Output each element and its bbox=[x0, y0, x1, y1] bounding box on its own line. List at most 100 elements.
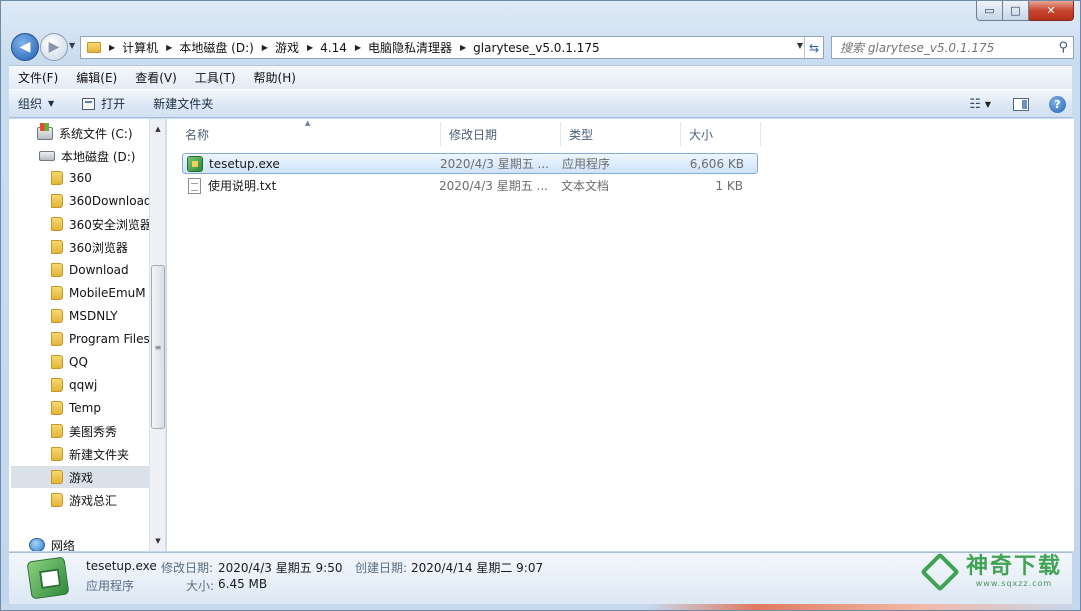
scroll-down-arrow-icon[interactable]: ▼ bbox=[150, 533, 165, 549]
nav-item-folder[interactable]: MSDNLY bbox=[11, 305, 149, 327]
nav-item-folder[interactable]: Temp bbox=[11, 397, 149, 419]
scroll-up-arrow-icon[interactable]: ▲ bbox=[150, 121, 165, 137]
open-button[interactable]: 打开 bbox=[73, 95, 134, 112]
column-header-type[interactable]: 类型 bbox=[561, 122, 681, 146]
column-header-date[interactable]: 修改日期 bbox=[441, 122, 561, 146]
text-document-icon bbox=[188, 177, 201, 194]
details-created-value: 2020/4/14 星期二 9:07 bbox=[411, 561, 544, 575]
chevron-right-icon[interactable]: ▶ bbox=[109, 43, 115, 52]
drive-icon bbox=[39, 151, 55, 161]
nav-item-folder[interactable]: 360安全浏览器 bbox=[11, 213, 149, 235]
scroll-thumb[interactable]: ≡ bbox=[151, 265, 165, 429]
minimize-button[interactable]: ▭ bbox=[976, 1, 1003, 21]
menu-help[interactable]: 帮助(H) bbox=[245, 69, 305, 86]
menu-bar: 文件(F) 编辑(E) 查看(V) 工具(T) 帮助(H) bbox=[9, 65, 1072, 89]
chevron-right-icon[interactable]: ▶ bbox=[262, 43, 268, 52]
search-box[interactable]: ⚲ bbox=[831, 36, 1074, 59]
nav-item-folder[interactable]: Download bbox=[11, 259, 149, 281]
nav-item-network[interactable]: 网络 bbox=[11, 534, 149, 551]
watermark-title: 神奇下载 bbox=[965, 554, 1062, 579]
file-date: 2020/4/3 星期五 ... bbox=[439, 179, 548, 193]
folder-icon bbox=[51, 217, 63, 231]
menu-edit[interactable]: 编辑(E) bbox=[67, 69, 126, 86]
folder-icon bbox=[51, 286, 63, 300]
menu-file[interactable]: 文件(F) bbox=[9, 69, 67, 86]
nav-item-label: 游戏 bbox=[69, 470, 94, 485]
nav-scrollbar[interactable]: ▲ ≡ ▼ bbox=[149, 119, 165, 551]
folder-icon bbox=[51, 355, 63, 369]
address-bar[interactable]: ▶ 计算机 ▶ 本地磁盘 (D:) ▶ 游戏 ▶ 4.14 ▶ 电脑隐私清理器 … bbox=[80, 36, 824, 59]
nav-item-games-selected[interactable]: 游戏 bbox=[11, 466, 149, 488]
file-name: 使用说明.txt bbox=[208, 179, 277, 193]
menu-view[interactable]: 查看(V) bbox=[126, 69, 186, 86]
help-icon[interactable]: ? bbox=[1049, 96, 1066, 113]
nav-item-label: 360安全浏览器 bbox=[69, 217, 149, 232]
menu-tools[interactable]: 工具(T) bbox=[186, 69, 245, 86]
view-options-icon[interactable]: ☷ bbox=[969, 97, 981, 112]
nav-item-label: Download bbox=[69, 263, 129, 277]
nav-item-folder[interactable]: MobileEmuM bbox=[11, 282, 149, 304]
view-controls: ☷ ▼ ? bbox=[969, 90, 1072, 119]
chevron-right-icon[interactable]: ▶ bbox=[307, 43, 313, 52]
details-type-value: 应用程序 bbox=[86, 579, 135, 593]
chevron-down-icon[interactable]: ▼ bbox=[985, 100, 991, 109]
file-date: 2020/4/3 星期五 ... bbox=[440, 157, 549, 171]
nav-item-folder[interactable]: QQ bbox=[11, 351, 149, 373]
organize-label: 组织 bbox=[18, 97, 43, 111]
folder-icon bbox=[51, 378, 63, 392]
nav-item-folder[interactable]: Program Files bbox=[11, 328, 149, 350]
nav-item-c-drive[interactable]: 系统文件 (C:) bbox=[11, 122, 149, 144]
breadcrumb-computer[interactable]: 计算机 bbox=[122, 39, 158, 56]
folder-icon bbox=[51, 240, 63, 254]
maximize-button[interactable]: □ bbox=[1003, 1, 1029, 21]
column-header-name[interactable]: 名称 bbox=[177, 122, 441, 146]
nav-item-folder[interactable]: 360Download bbox=[11, 190, 149, 212]
folder-icon bbox=[87, 42, 101, 53]
recent-pages-dropdown-icon[interactable]: ▼ bbox=[69, 41, 75, 50]
nav-item-folder[interactable]: 360浏览器 bbox=[11, 236, 149, 258]
folder-icon bbox=[51, 470, 63, 484]
breadcrumb-games[interactable]: 游戏 bbox=[275, 39, 299, 56]
organize-button[interactable]: 组织 ▼ bbox=[9, 95, 63, 112]
file-name-cell: 使用说明.txt bbox=[182, 177, 439, 194]
nav-item-label: Program Files bbox=[69, 332, 149, 346]
refresh-button[interactable]: ⇆ bbox=[804, 37, 823, 58]
search-input[interactable] bbox=[832, 40, 1042, 55]
breadcrumb-privacy-cleaner[interactable]: 电脑隐私清理器 bbox=[368, 39, 452, 56]
explorer-window: ▭ □ ✕ ◀ ▶ ▼ ▶ 计算机 ▶ 本地磁盘 (D:) ▶ 游戏 ▶ 4.1… bbox=[0, 0, 1081, 611]
back-button[interactable]: ◀ bbox=[11, 33, 39, 61]
nav-item-label: 系统文件 (C:) bbox=[59, 126, 133, 141]
file-row[interactable]: tesetup.exe 2020/4/3 星期五 ... 应用程序 6,606 … bbox=[182, 153, 758, 174]
breadcrumb-4-14[interactable]: 4.14 bbox=[320, 41, 347, 55]
nav-item-label: Temp bbox=[69, 401, 101, 415]
chevron-right-icon[interactable]: ▶ bbox=[355, 43, 361, 52]
file-type: 应用程序 bbox=[562, 157, 611, 171]
chevron-right-icon[interactable]: ▶ bbox=[166, 43, 172, 52]
application-icon bbox=[187, 155, 203, 172]
nav-item-folder[interactable]: 美图秀秀 bbox=[11, 420, 149, 442]
search-icon[interactable]: ⚲ bbox=[1058, 40, 1068, 55]
new-folder-label: 新建文件夹 bbox=[153, 97, 214, 111]
column-header-size[interactable]: 大小 bbox=[681, 122, 761, 146]
nav-item-folder[interactable]: 游戏总汇 bbox=[11, 489, 149, 511]
watermark-text: 神奇下载 www.sqxzz.com bbox=[965, 554, 1062, 589]
nav-item-folder[interactable]: 新建文件夹 bbox=[11, 443, 149, 465]
file-row[interactable]: 使用说明.txt 2020/4/3 星期五 ... 文本文档 1 KB bbox=[182, 175, 758, 196]
close-button[interactable]: ✕ bbox=[1029, 1, 1074, 21]
folder-icon bbox=[51, 263, 63, 277]
forward-button[interactable]: ▶ bbox=[40, 33, 68, 61]
chevron-down-icon: ▼ bbox=[48, 99, 55, 108]
chevron-right-icon[interactable]: ▶ bbox=[460, 43, 466, 52]
watermark-logo-icon bbox=[920, 551, 960, 592]
nav-item-d-drive[interactable]: 本地磁盘 (D:) bbox=[11, 145, 149, 167]
breadcrumb-current-folder[interactable]: glarytese_v5.0.1.175 bbox=[473, 41, 599, 55]
preview-pane-icon[interactable] bbox=[1013, 98, 1029, 111]
nav-item-folder[interactable]: 360 bbox=[11, 167, 149, 189]
system-drive-icon bbox=[37, 122, 53, 140]
address-history-dropdown-icon[interactable]: ▼ bbox=[797, 41, 803, 50]
watermark-url: www.sqxzz.com bbox=[975, 579, 1053, 588]
new-folder-button[interactable]: 新建文件夹 bbox=[144, 95, 222, 112]
breadcrumb-drive-d[interactable]: 本地磁盘 (D:) bbox=[179, 39, 253, 56]
nav-item-folder[interactable]: qqwj bbox=[11, 374, 149, 396]
file-size: 1 KB bbox=[715, 178, 743, 193]
